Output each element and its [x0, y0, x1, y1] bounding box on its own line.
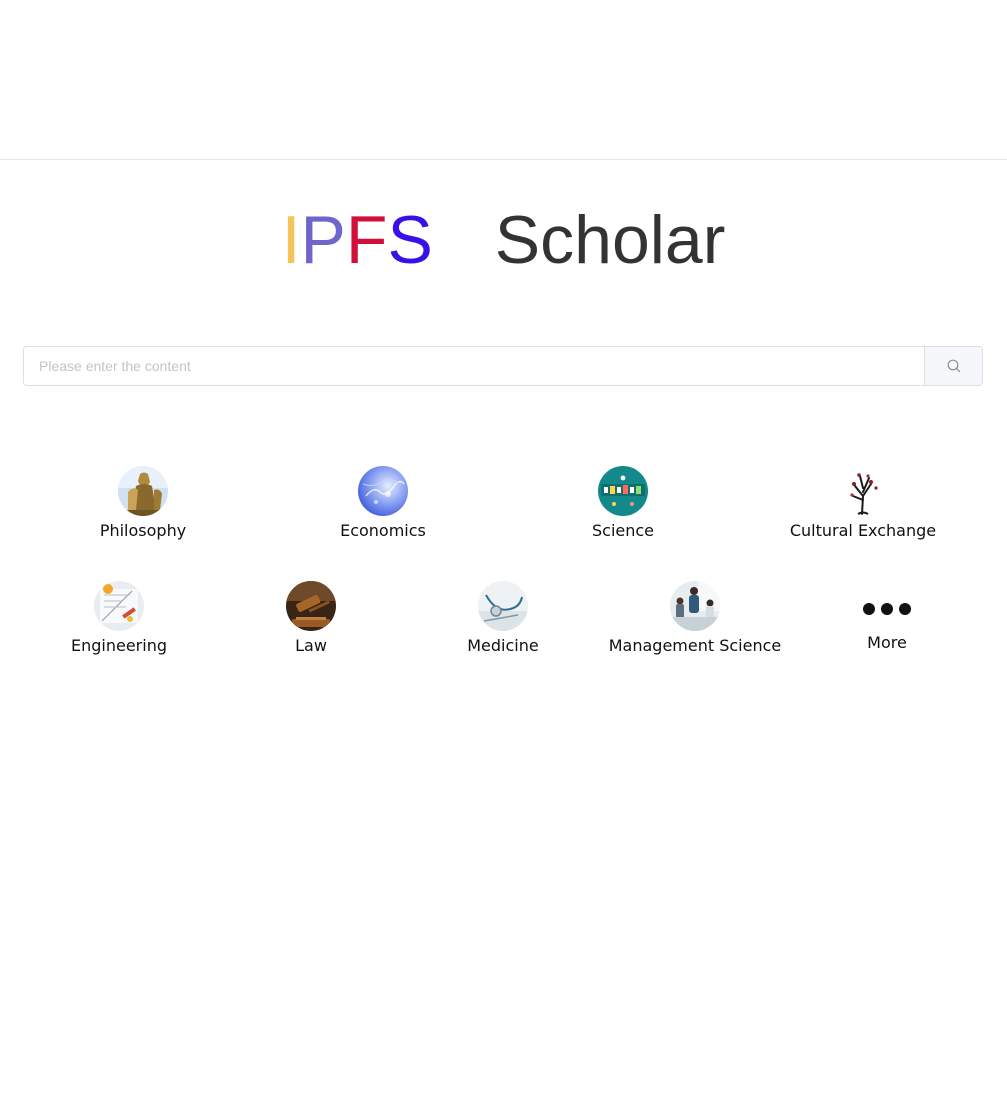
category-label: Economics	[340, 521, 426, 540]
medicine-image	[478, 581, 528, 631]
logo-letter-i: I	[281, 202, 301, 278]
logo-letter-p: P	[300, 202, 346, 278]
category-philosophy[interactable]: Philosophy	[43, 466, 243, 541]
category-cultural-exchange[interactable]: Cultural Exchange	[763, 466, 963, 541]
search-icon	[947, 359, 960, 373]
category-label: Law	[295, 636, 327, 655]
management-science-image	[670, 581, 720, 631]
search-input[interactable]	[24, 347, 924, 385]
category-label: Science	[591, 521, 655, 540]
site-logo: IPFS Scholar	[0, 200, 1007, 280]
category-label: Philosophy	[99, 521, 187, 540]
top-header-bar	[0, 0, 1007, 160]
law-image	[286, 581, 336, 631]
category-law[interactable]: Law	[211, 581, 411, 656]
philosophy-image	[118, 466, 168, 516]
category-label: Cultural Exchange	[789, 521, 937, 540]
search-button[interactable]	[924, 347, 982, 385]
category-management-science[interactable]: Management Science	[595, 581, 795, 656]
logo-word-scholar: Scholar	[494, 202, 726, 278]
category-engineering[interactable]: Engineering	[19, 581, 219, 656]
category-label: Medicine	[467, 636, 539, 655]
more-dots-icon	[857, 581, 917, 619]
engineering-image	[94, 581, 144, 631]
search-bar	[23, 346, 983, 386]
science-image	[598, 466, 648, 516]
category-science[interactable]: Science	[523, 466, 723, 541]
category-medicine[interactable]: Medicine	[403, 581, 603, 656]
logo-letter-f: F	[345, 202, 388, 278]
cultural-exchange-image	[838, 466, 888, 516]
category-label: Engineering	[71, 636, 167, 655]
logo-letter-s: S	[387, 202, 433, 278]
category-label: Management Science	[608, 636, 782, 655]
category-more[interactable]: More	[787, 581, 987, 653]
economics-image	[358, 466, 408, 516]
category-label: More	[867, 633, 907, 652]
category-economics[interactable]: Economics	[283, 466, 483, 541]
